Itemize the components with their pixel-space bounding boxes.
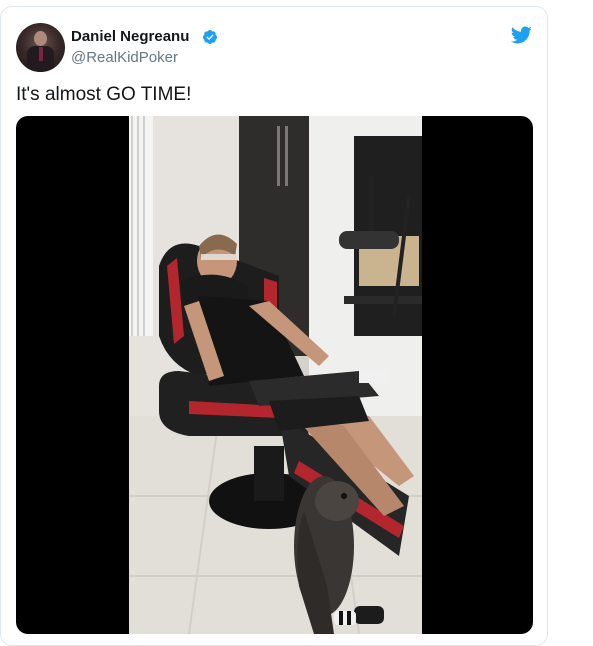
video-still-illustration	[129, 116, 422, 634]
tweet-card[interactable]: Daniel Negreanu @RealKidPoker It's almos…	[0, 6, 548, 646]
tweet-media-video[interactable]	[16, 116, 533, 634]
author-name[interactable]: Daniel Negreanu	[71, 28, 189, 46]
video-frame[interactable]	[129, 116, 422, 634]
verified-badge-icon	[202, 30, 217, 44]
author-handle[interactable]: @RealKidPoker	[71, 49, 178, 67]
avatar-head	[34, 31, 47, 46]
avatar[interactable]	[16, 23, 65, 72]
twitter-bird-icon[interactable]	[509, 24, 533, 46]
tweet-text: It's almost GO TIME!	[16, 84, 192, 105]
avatar-tie	[39, 47, 43, 61]
